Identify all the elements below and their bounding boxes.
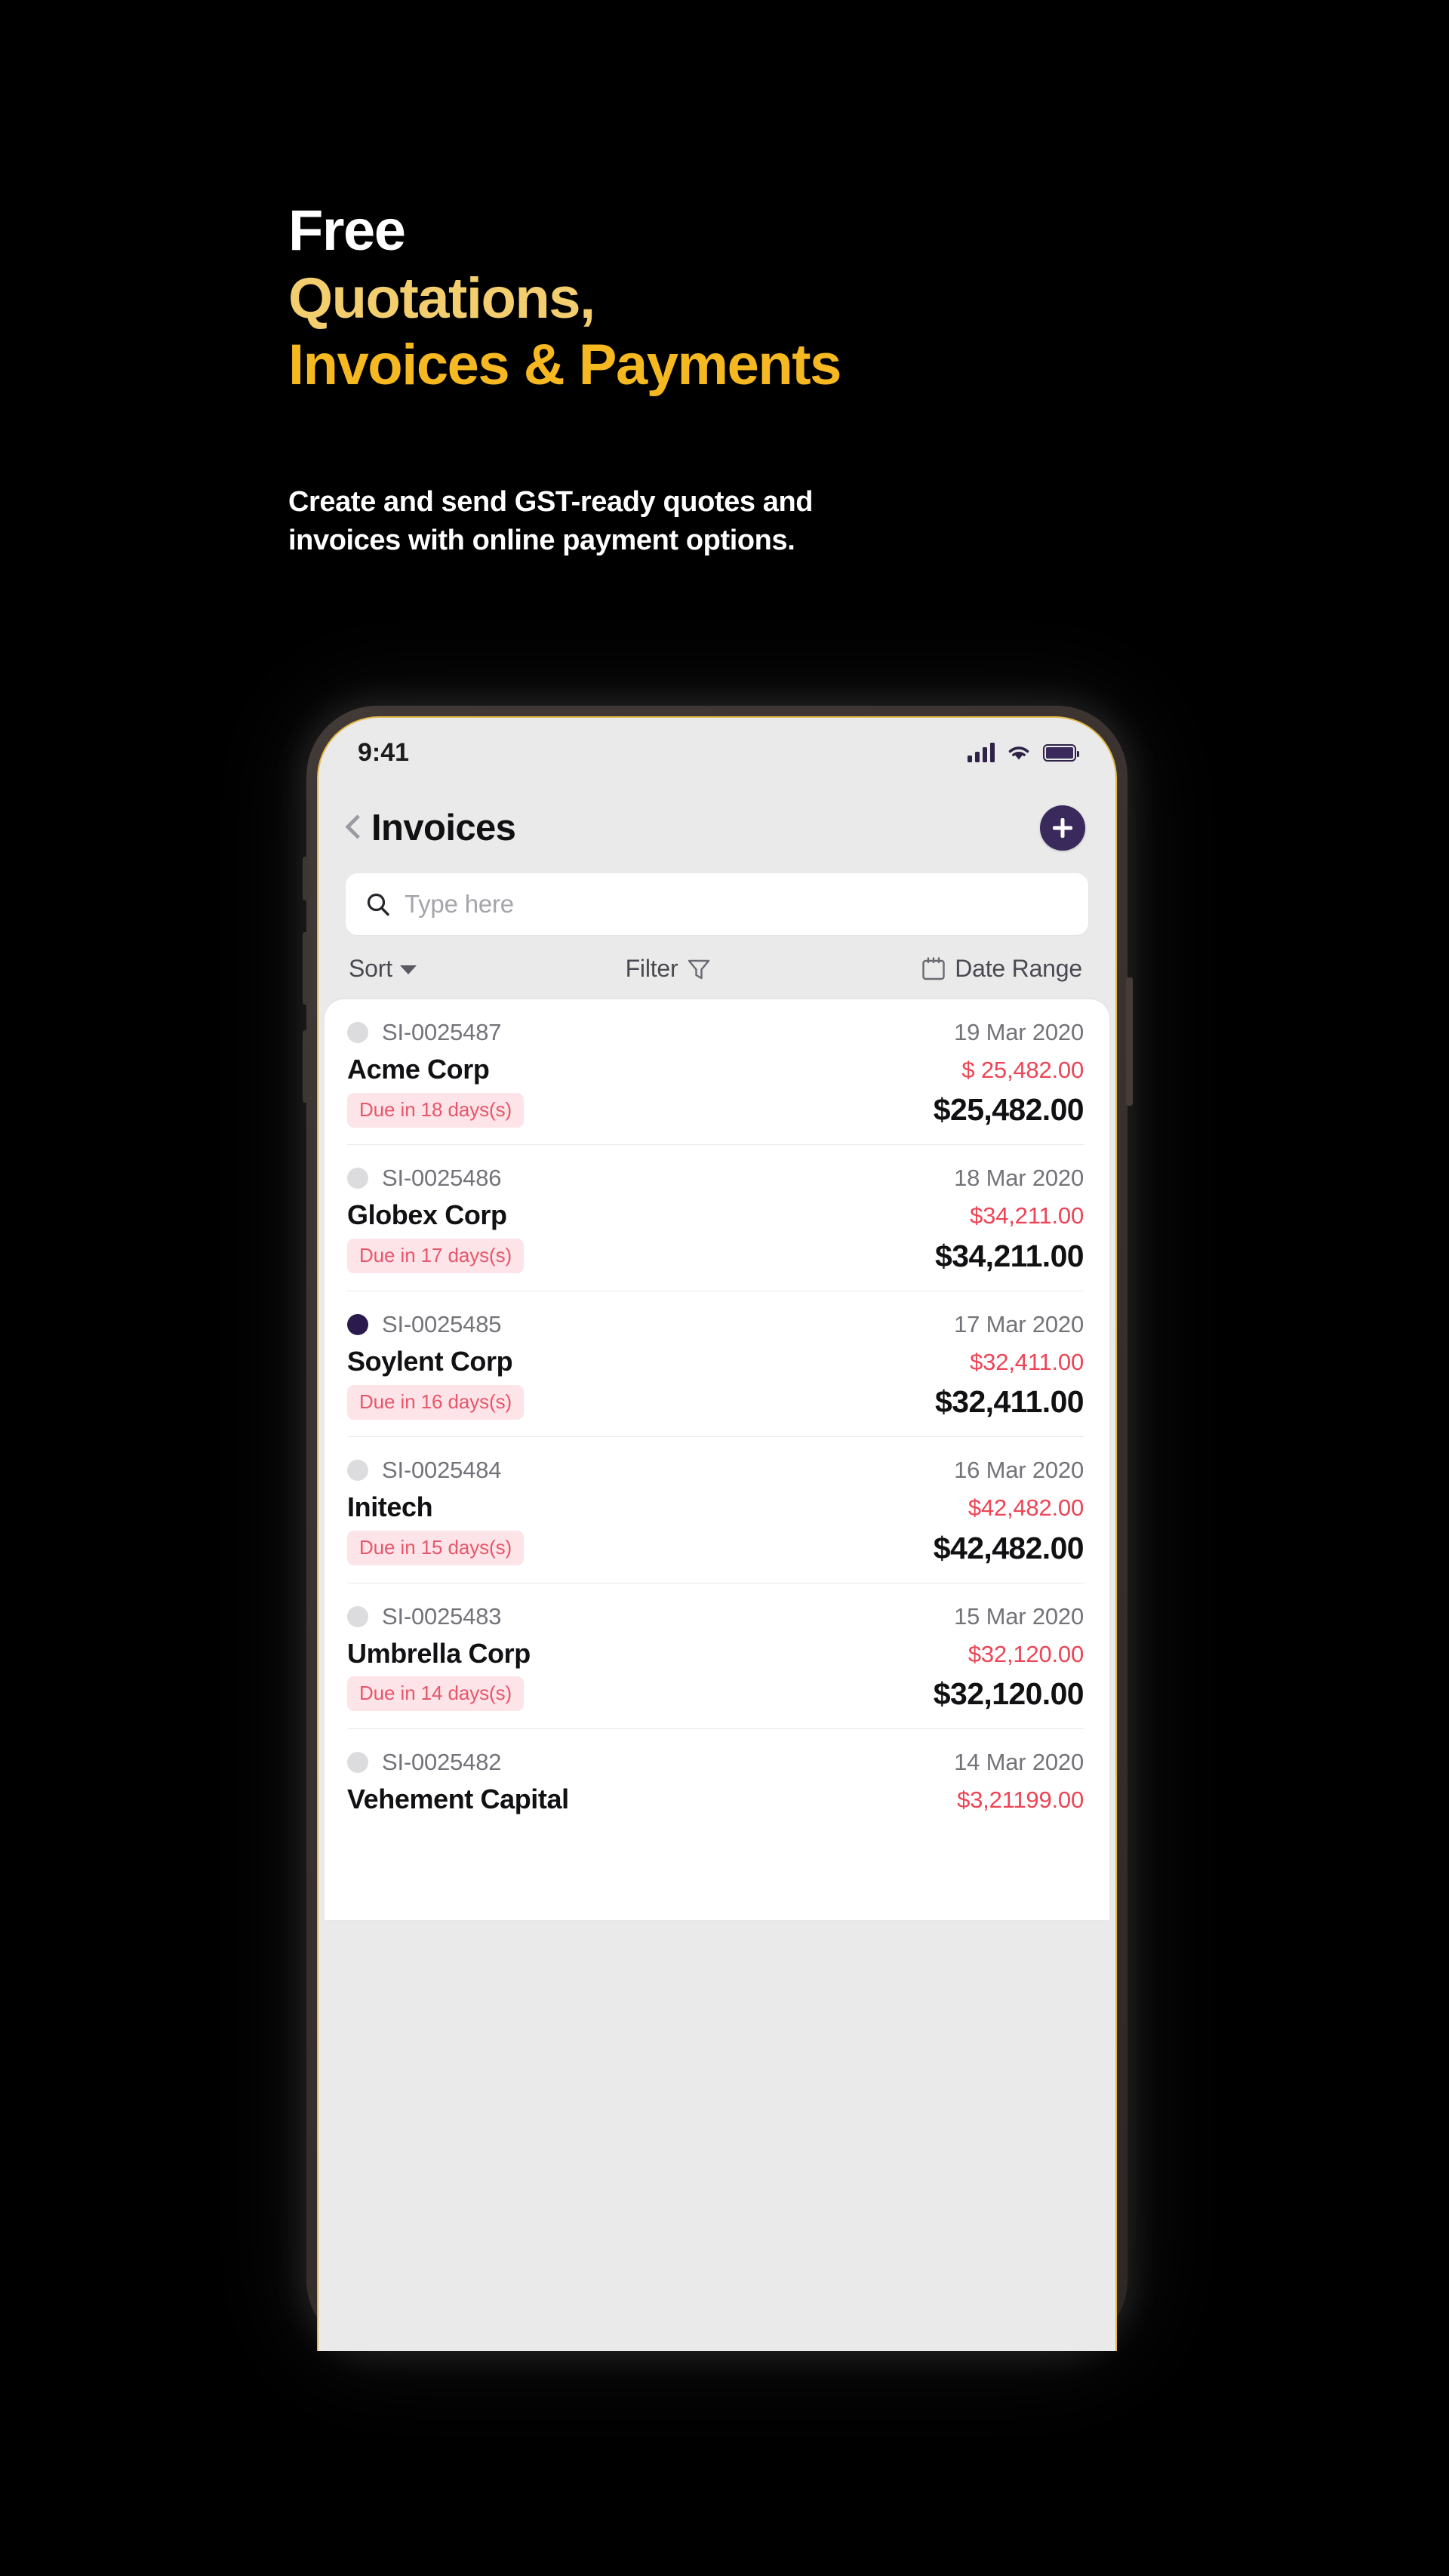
subheadline-line-1: Create and send GST-ready quotes and xyxy=(288,486,814,518)
chevron-down-icon xyxy=(399,965,417,974)
invoice-due-amount: $3,21199.00 xyxy=(957,1786,1084,1813)
invoice-customer: Initech xyxy=(347,1491,433,1523)
invoice-date: 19 Mar 2020 xyxy=(954,1019,1084,1045)
status-bar-icons xyxy=(968,743,1079,762)
invoice-total: $42,482.00 xyxy=(933,1530,1084,1565)
invoice-list-item[interactable]: SI-0025482 14 Mar 2020 Vehement Capital … xyxy=(325,1729,1109,1814)
search-placeholder: Type here xyxy=(405,890,514,918)
invoice-total: $34,211.00 xyxy=(935,1238,1084,1273)
chevron-left-icon[interactable] xyxy=(344,813,361,843)
invoice-id: SI-0025484 xyxy=(382,1457,502,1484)
invoice-customer: Umbrella Corp xyxy=(347,1637,531,1669)
volume-up-button[interactable] xyxy=(303,932,308,1005)
invoice-id: SI-0025486 xyxy=(382,1165,502,1192)
invoice-due-amount: $34,211.00 xyxy=(970,1202,1084,1230)
silent-switch[interactable] xyxy=(303,857,308,900)
wifi-icon xyxy=(1007,743,1031,762)
navbar-left-group: Invoices xyxy=(344,807,516,849)
phone-mockup: 9:41 Invoices Type here Sort Filter Date… xyxy=(303,706,1133,2351)
list-toolbar: Sort Filter Date Range xyxy=(318,935,1115,999)
invoice-customer: Acme Corp xyxy=(347,1054,490,1085)
invoice-total: $25,482.00 xyxy=(933,1092,1084,1128)
sort-control[interactable]: Sort xyxy=(349,955,417,983)
filter-label: Filter xyxy=(625,955,678,982)
invoice-id: SI-0025482 xyxy=(382,1748,502,1775)
invoice-due-amount: $32,411.00 xyxy=(970,1348,1084,1375)
invoice-id: SI-0025485 xyxy=(382,1310,502,1337)
invoice-customer: Vehement Capital xyxy=(347,1783,569,1814)
invoice-list-item[interactable]: SI-0025483 15 Mar 2020 Umbrella Corp $32… xyxy=(325,1583,1109,1728)
invoice-total: $32,120.00 xyxy=(933,1676,1084,1711)
page-title: Invoices xyxy=(371,808,516,848)
status-dot xyxy=(347,1605,368,1627)
phone-screen: 9:41 Invoices Type here Sort Filter Date… xyxy=(317,716,1117,2351)
invoice-due-amount: $32,120.00 xyxy=(968,1640,1084,1667)
promo-subheadline: Create and send GST-ready quotes and inv… xyxy=(288,483,1118,561)
status-dot xyxy=(347,1460,368,1482)
headline-line-3: Invoices & Payments xyxy=(288,333,841,397)
date-range-label: Date Range xyxy=(955,955,1082,982)
invoice-list-item[interactable]: SI-0025484 16 Mar 2020 Initech $42,482.0… xyxy=(325,1437,1109,1582)
invoice-status-badge: Due in 17 days(s) xyxy=(347,1239,525,1274)
invoice-customer: Globex Corp xyxy=(347,1199,507,1231)
search-icon xyxy=(367,893,389,916)
filter-control[interactable]: Filter xyxy=(626,955,712,983)
invoice-status-badge: Due in 15 days(s) xyxy=(347,1531,525,1566)
battery-icon xyxy=(1043,743,1079,762)
status-bar-time: 9:41 xyxy=(358,737,410,767)
invoice-due-amount: $ 25,482.00 xyxy=(961,1057,1084,1083)
status-dot xyxy=(347,1168,368,1190)
invoice-status-badge: Due in 14 days(s) xyxy=(347,1676,525,1712)
headline-line-1: Free xyxy=(288,199,406,263)
invoice-date: 15 Mar 2020 xyxy=(954,1602,1084,1630)
volume-down-button[interactable] xyxy=(303,1030,308,1103)
headline-line-2: Quotations, xyxy=(288,266,595,331)
cellular-signal-icon xyxy=(968,743,995,762)
invoice-id: SI-0025483 xyxy=(382,1602,502,1630)
power-button[interactable] xyxy=(1126,977,1133,1106)
sort-label: Sort xyxy=(349,955,392,982)
search-section: Type here xyxy=(318,869,1115,935)
status-dot xyxy=(347,1751,368,1773)
invoice-due-amount: $42,482.00 xyxy=(968,1494,1084,1522)
invoice-status-badge: Due in 18 days(s) xyxy=(347,1092,525,1128)
status-bar: 9:41 xyxy=(318,718,1115,787)
promo-headline: Free Quotations, Invoices & Payments xyxy=(288,202,1194,394)
invoice-date: 18 Mar 2020 xyxy=(954,1165,1084,1192)
invoice-list-item[interactable]: SI-0025486 18 Mar 2020 Globex Corp $34,2… xyxy=(325,1145,1109,1290)
invoice-list-item[interactable]: SI-0025485 17 Mar 2020 Soylent Corp $32,… xyxy=(325,1291,1109,1436)
invoice-id: SI-0025487 xyxy=(382,1019,502,1045)
status-dot xyxy=(347,1313,368,1335)
search-input[interactable]: Type here xyxy=(346,873,1088,935)
funnel-icon xyxy=(688,959,709,979)
invoice-customer: Soylent Corp xyxy=(347,1345,513,1377)
invoice-list[interactable]: SI-0025487 19 Mar 2020 Acme Corp $ 25,48… xyxy=(325,999,1109,1920)
status-dot xyxy=(347,1022,368,1043)
invoice-total: $32,411.00 xyxy=(935,1384,1084,1420)
invoice-date: 16 Mar 2020 xyxy=(954,1457,1084,1484)
promo-screenshot: Free Quotations, Invoices & Payments Cre… xyxy=(0,0,1449,2576)
date-range-control[interactable]: Date Range xyxy=(920,955,1082,983)
calendar-icon xyxy=(922,956,945,980)
invoice-date: 14 Mar 2020 xyxy=(954,1748,1084,1775)
app-navbar: Invoices xyxy=(318,787,1115,869)
add-invoice-button[interactable] xyxy=(1040,805,1085,851)
invoice-status-badge: Due in 16 days(s) xyxy=(347,1384,525,1420)
subheadline-line-2: invoices with online payment options. xyxy=(288,525,795,557)
invoice-list-item[interactable]: SI-0025487 19 Mar 2020 Acme Corp $ 25,48… xyxy=(325,999,1109,1144)
invoice-date: 17 Mar 2020 xyxy=(954,1310,1084,1337)
